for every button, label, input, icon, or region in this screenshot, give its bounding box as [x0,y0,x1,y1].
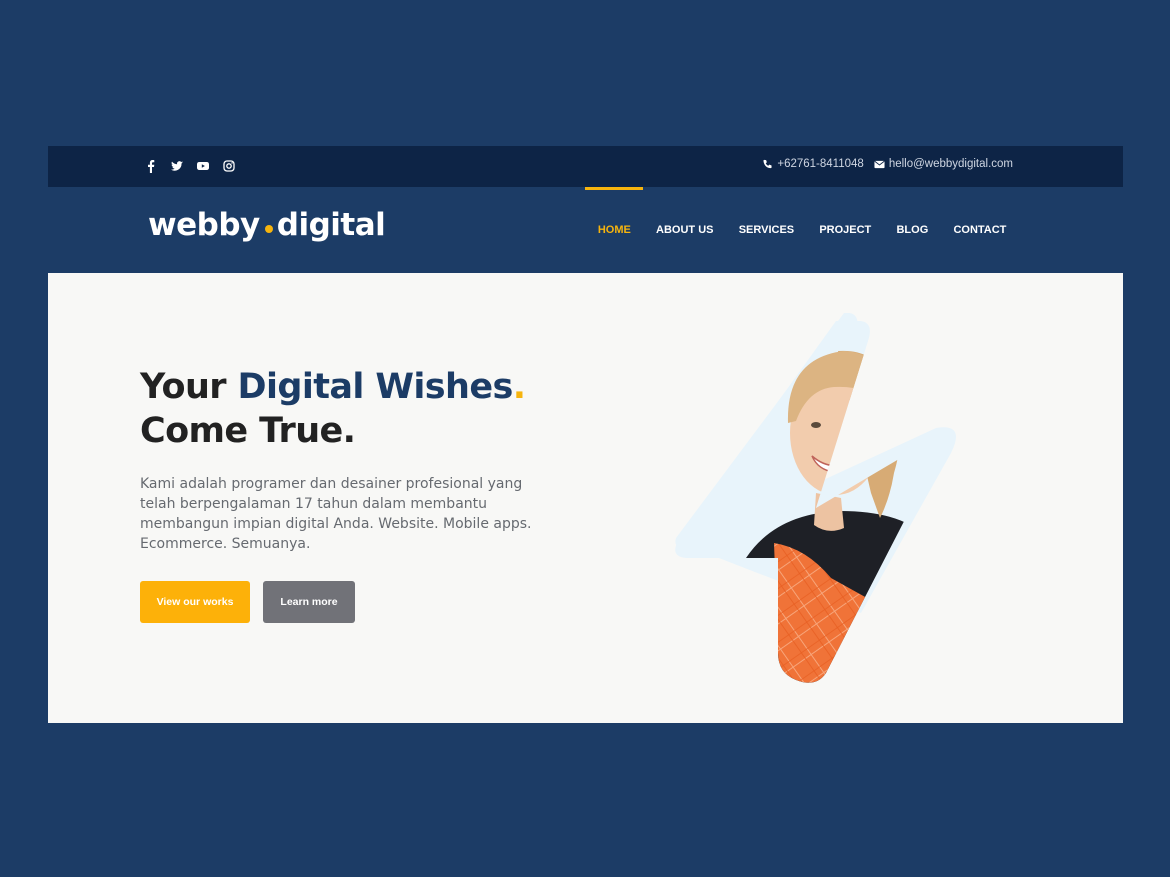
nav-item-project[interactable]: PROJECT [807,187,884,273]
nav-item-home[interactable]: HOME [585,187,644,273]
main-menu: HOME ABOUT US SERVICES PROJECT BLOG CONT… [585,187,1019,273]
contact-info: +62761-8411048 hello@webbydigital.com [762,158,1013,170]
phone-icon [763,159,772,168]
instagram-icon[interactable] [222,159,236,173]
website-frame: +62761-8411048 hello@webbydigital.com we… [48,146,1123,723]
phone-contact[interactable]: +62761-8411048 [762,158,864,170]
social-links [144,159,236,173]
learn-more-button[interactable]: Learn more [263,581,355,623]
hero-headline: Your Digital Wishes. Come True. [140,365,526,453]
main-navbar: webby digital HOME ABOUT US SERVICES PRO… [48,187,1123,273]
email-address: hello@webbydigital.com [888,158,1013,170]
nav-item-about-us[interactable]: ABOUT US [643,187,726,273]
nav-item-contact[interactable]: CONTACT [941,187,1019,273]
logo-word-2: digital [276,207,386,243]
facebook-icon[interactable] [144,159,158,173]
logo-word-1: webby [148,207,260,243]
hero-description: Kami adalah programer dan desainer profe… [140,476,532,552]
twitter-icon[interactable] [170,159,184,173]
nav-item-blog[interactable]: BLOG [884,187,941,273]
site-logo[interactable]: webby digital [148,207,386,243]
hero-section: Your Digital Wishes. Come True. Kami ada… [48,273,1123,723]
logo-dot [264,225,273,233]
headline-period: . [512,367,526,407]
view-our-works-button[interactable]: View our works [140,581,250,623]
hero-illustration [675,313,956,683]
youtube-icon[interactable] [196,159,210,173]
headline-line-2: Come True. [140,411,356,451]
headline-lead: Your [140,367,238,407]
envelope-icon [874,160,885,168]
nav-item-services[interactable]: SERVICES [726,187,807,273]
email-contact[interactable]: hello@webbydigital.com [874,158,1013,170]
phone-number: +62761-8411048 [777,158,864,170]
headline-accent: Digital Wishes [237,367,514,407]
top-bar: +62761-8411048 hello@webbydigital.com [48,146,1123,187]
